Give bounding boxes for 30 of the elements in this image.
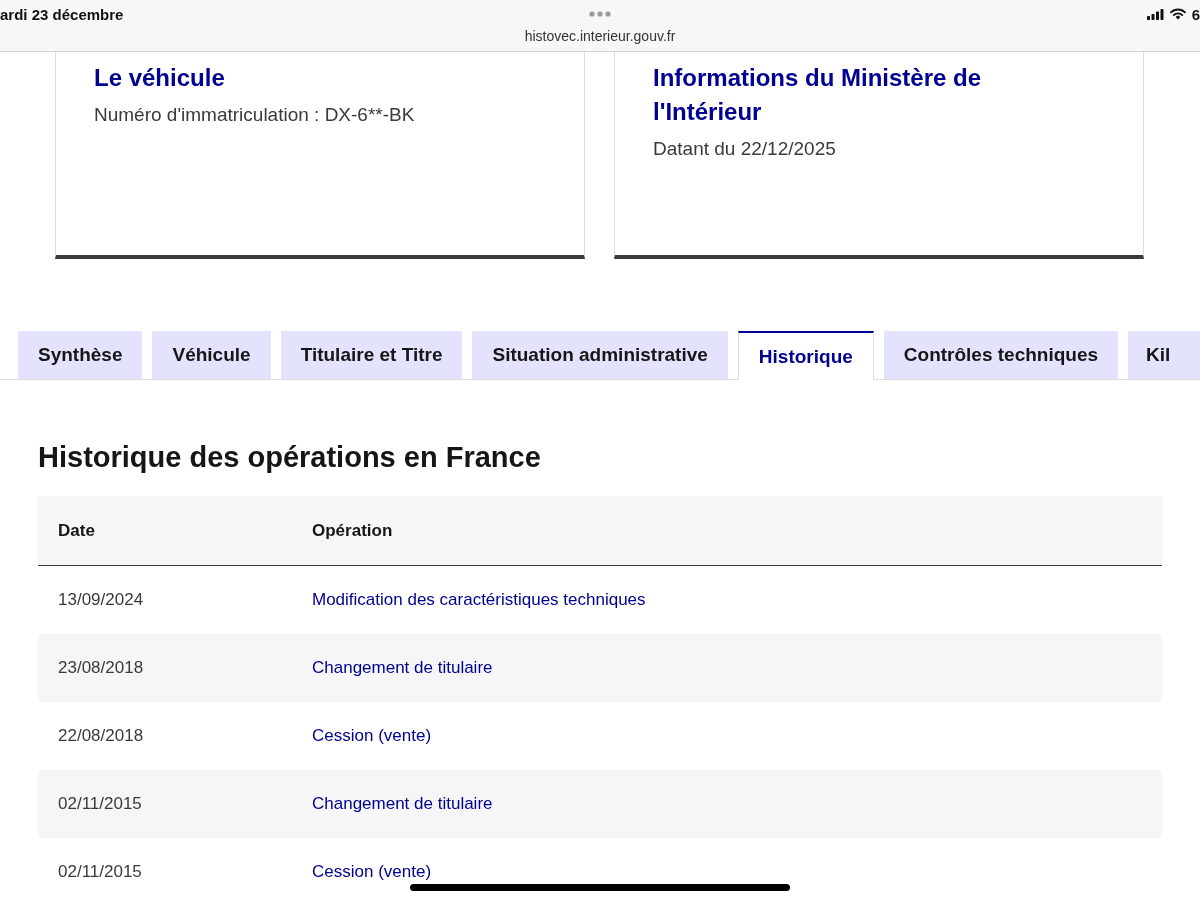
signal-icon (1146, 8, 1164, 20)
column-header: Date (58, 520, 95, 540)
date-cell: 22/08/2018 (58, 726, 144, 745)
date-cell: 23/08/2018 (58, 658, 144, 677)
section-heading: Historique des opérations en France (38, 440, 542, 475)
column-header: Opération (312, 520, 393, 540)
date-cell: 02/11/2015 (58, 794, 142, 813)
date-cell: 02/11/2015 (58, 862, 142, 881)
operation-link[interactable]: Changement de titulaire (312, 794, 493, 813)
tab[interactable]: Historique (737, 331, 874, 380)
tab[interactable]: Véhicule (152, 331, 271, 379)
tab[interactable]: Contrôles techniques (883, 331, 1119, 379)
status-date: ardi 23 décembre (0, 5, 124, 23)
operation-link[interactable]: Cession (vente) (312, 726, 432, 745)
card-text: Numéro d'immatriculation : DX-6**-BK (94, 103, 416, 127)
operation-link[interactable]: Cession (vente) (312, 862, 432, 881)
url-label[interactable]: histovec.interieur.gouv.fr (524, 28, 676, 44)
operation-link[interactable]: Modification des caractéristiques techniques (312, 590, 646, 609)
operation-link[interactable]: Changement de titulaire (312, 658, 493, 677)
date-cell: 13/09/2024 (58, 590, 144, 609)
wifi-icon (1169, 8, 1186, 20)
battery-percent: 6 (1191, 5, 1200, 23)
tab[interactable]: Kil (1128, 331, 1200, 379)
tab[interactable]: Synthèse (18, 331, 143, 379)
tab[interactable]: Titulaire et Titre (280, 331, 463, 379)
card-title: Le véhicule (94, 63, 226, 93)
tab[interactable]: Situation administrative (472, 331, 728, 379)
card-title: Informations du Ministère de l'Intérieur (653, 63, 983, 127)
more-icon[interactable] (589, 11, 611, 17)
card-text: Datant du 22/12/2025 (653, 137, 837, 161)
